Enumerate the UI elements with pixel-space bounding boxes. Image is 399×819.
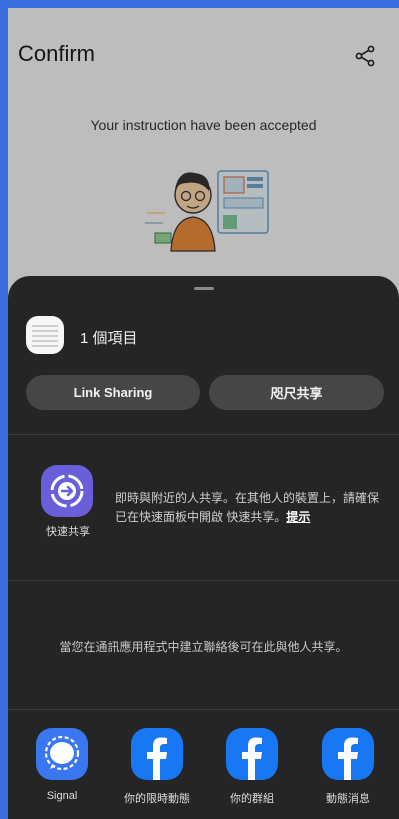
share-sheet: 1 個項目 Link Sharing 咫尺共享 快速共享 即時與附近的人共享。在…	[8, 276, 399, 819]
share-target-fb-story[interactable]: 你的限時動態	[117, 728, 197, 806]
tip-link[interactable]: 提示	[286, 510, 310, 524]
drag-handle[interactable]	[194, 287, 214, 290]
share-target-fb-groups[interactable]: 你的群組	[212, 728, 292, 806]
facebook-icon	[322, 728, 374, 780]
share-target-label: Signal	[46, 790, 78, 802]
share-target-label: 你的群組	[230, 793, 274, 805]
link-sharing-button[interactable]: Link Sharing	[26, 375, 200, 410]
facebook-icon	[131, 728, 183, 780]
quick-share-icon[interactable]	[41, 465, 93, 517]
item-count: 1 個項目	[80, 330, 138, 347]
contacts-message: 當您在通訊應用程式中建立聯絡後可在此與他人共享。	[59, 640, 348, 654]
divider	[8, 580, 399, 581]
share-target-fb-feed[interactable]: 動態消息	[308, 728, 388, 806]
signal-icon	[36, 728, 88, 780]
divider	[8, 434, 399, 435]
divider	[8, 709, 399, 710]
quick-share-description: 即時與附近的人共享。在其他人的裝置上，請確保已在快速面板中開啟 快速共享。提示	[115, 489, 385, 527]
quick-share-text: 即時與附近的人共享。在其他人的裝置上，請確保已在快速面板中開啟 快速共享。	[115, 491, 380, 524]
share-target-label: 動態消息	[326, 793, 370, 805]
share-target-signal[interactable]: Signal	[22, 728, 102, 802]
nearby-share-button[interactable]: 咫尺共享	[209, 375, 384, 410]
facebook-icon	[226, 728, 278, 780]
item-thumbnail	[26, 316, 64, 354]
screen: Confirm Your instruction have been accep…	[8, 8, 399, 819]
quick-share-label: 快速共享	[46, 526, 90, 538]
share-target-label: 你的限時動態	[124, 793, 190, 805]
